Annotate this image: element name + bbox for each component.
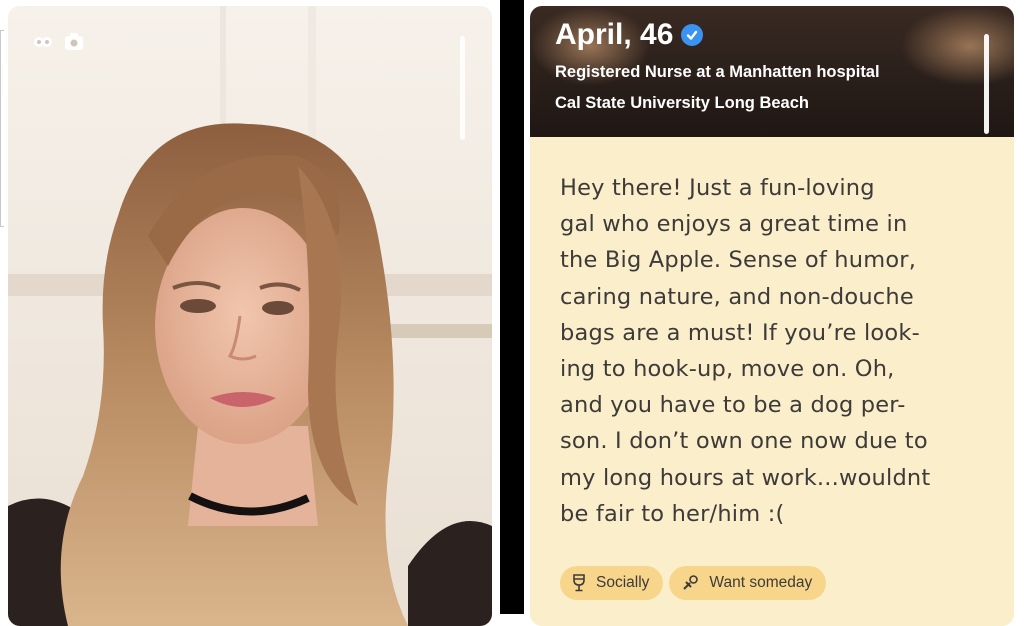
- occupation: Registered Nurse at a Manhatten hospital: [555, 63, 880, 81]
- chip-label: Want someday: [709, 574, 813, 591]
- chip-label: Socially: [596, 574, 650, 591]
- school: Cal State University Long Beach: [555, 94, 809, 112]
- hair-shading: [900, 6, 1014, 86]
- profile-name-age: April, 46: [555, 18, 674, 51]
- dots-icon[interactable]: [32, 31, 54, 53]
- details-scroll-indicator: [984, 34, 989, 134]
- name-row: April, 46: [555, 18, 704, 52]
- wine-glass-icon: [572, 574, 586, 592]
- previous-card-edge: [0, 30, 4, 227]
- profile-photo: [8, 6, 492, 626]
- pacifier-icon: [681, 574, 699, 592]
- image-divider: [500, 0, 524, 614]
- verified-check-icon: [681, 24, 704, 46]
- camera-icon[interactable]: [63, 31, 85, 53]
- lifestyle-chips: Socially Want someday: [560, 566, 827, 600]
- profile-photo-card[interactable]: [8, 6, 492, 626]
- chip-children: Want someday: [669, 566, 827, 600]
- chip-drinking: Socially: [560, 566, 664, 600]
- photo-scroll-indicator: [460, 36, 465, 140]
- profile-details-card[interactable]: April, 46 Registered Nurse at a Manhatte…: [530, 6, 1014, 626]
- bio-text: Hey there! Just a fun-loving gal who enj…: [560, 175, 931, 527]
